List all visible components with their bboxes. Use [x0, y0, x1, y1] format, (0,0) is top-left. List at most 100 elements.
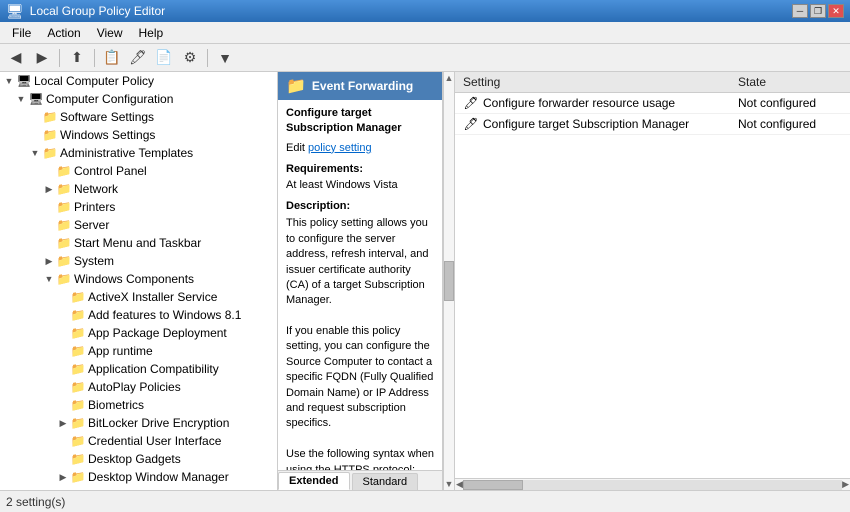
settings-button[interactable]: ⚙ [178, 47, 202, 69]
tree-printers[interactable]: 📁 Printers [0, 198, 277, 216]
desc-edit-link: Edit policy setting [286, 141, 434, 156]
tree-app-compat[interactable]: 📁 Application Compatibility [0, 360, 277, 378]
status-text: 2 setting(s) [6, 495, 65, 509]
tree-root[interactable]: ▼ 🖥 Local Computer Policy [0, 72, 277, 90]
filter-button[interactable]: ▼ [213, 47, 237, 69]
bitlocker-label: BitLocker Drive Encryption [88, 416, 229, 430]
system-expander: ▶ [42, 254, 56, 268]
toolbar-separator-1 [59, 49, 60, 67]
tree-add-features[interactable]: 📁 Add features to Windows 8.1 [0, 306, 277, 324]
bitlocker-expander: ▶ [56, 416, 70, 430]
windows-components-icon: 📁 [56, 271, 72, 287]
start-menu-label: Start Menu and Taskbar [74, 236, 201, 250]
windows-components-expander: ▼ [42, 272, 56, 286]
hscroll-thumb[interactable] [463, 480, 523, 490]
desktop-window-label: Desktop Window Manager [88, 470, 229, 484]
control-panel-label: Control Panel [74, 164, 147, 178]
desc-scroll-thumb[interactable] [444, 261, 454, 301]
main-container: ▼ 🖥 Local Computer Policy ▼ 🖥 Computer C… [0, 72, 850, 490]
menu-help[interactable]: Help [131, 24, 172, 42]
title-bar-text: Local Group Policy Editor [30, 4, 165, 18]
tree-control-panel[interactable]: 📁 Control Panel [0, 162, 277, 180]
desktop-window-expander: ▶ [56, 470, 70, 484]
tab-standard[interactable]: Standard [352, 473, 419, 490]
menu-action[interactable]: Action [39, 24, 88, 42]
biometrics-icon: 📁 [70, 397, 86, 413]
desc-description-text: This policy setting allows you to config… [286, 216, 434, 470]
biometrics-expander [56, 398, 70, 412]
app-runtime-expander [56, 344, 70, 358]
tree-biometrics[interactable]: 📁 Biometrics [0, 396, 277, 414]
desc-policy-setting-link[interactable]: policy setting [308, 142, 372, 154]
tree-app-runtime[interactable]: 📁 App runtime [0, 342, 277, 360]
app-compat-label: Application Compatibility [88, 362, 219, 376]
settings-hscrollbar[interactable]: ◀ ▶ [455, 478, 850, 490]
system-label: System [74, 254, 114, 268]
new-button[interactable]: 📄 [152, 47, 176, 69]
tree-desktop-window[interactable]: ▶ 📁 Desktop Window Manager [0, 468, 277, 486]
tab-extended[interactable]: Extended [278, 472, 350, 490]
windows-settings-icon: 📁 [42, 127, 58, 143]
bitlocker-icon: 📁 [70, 415, 86, 431]
tree-computer-config[interactable]: ▼ 🖥 Computer Configuration [0, 90, 277, 108]
forward-button[interactable]: ▶ [30, 47, 54, 69]
settings-table: Setting State 🖊 Configure forwarder reso… [455, 72, 850, 135]
tree-pane: ▼ 🖥 Local Computer Policy ▼ 🖥 Computer C… [0, 72, 278, 490]
tree-desktop-gadgets[interactable]: 📁 Desktop Gadgets [0, 450, 277, 468]
close-button[interactable]: ✕ [828, 4, 844, 18]
device-driver-expander [56, 488, 70, 490]
minimize-button[interactable]: ─ [792, 4, 808, 18]
windows-components-label: Windows Components [74, 272, 194, 286]
state-cell-1: Not configured [730, 93, 850, 114]
setting-cell-2: 🖊 Configure target Subscription Manager [455, 114, 730, 135]
tree-admin-templates[interactable]: ▼ 📁 Administrative Templates [0, 144, 277, 162]
table-row[interactable]: 🖊 Configure target Subscription Manager … [455, 114, 850, 135]
menu-file[interactable]: File [4, 24, 39, 42]
back-button[interactable]: ◀ [4, 47, 28, 69]
tree-app-package[interactable]: 📁 App Package Deployment [0, 324, 277, 342]
state-cell-2: Not configured [730, 114, 850, 135]
col-setting[interactable]: Setting [455, 72, 730, 93]
device-driver-label: Device and Driver Compatibility [88, 488, 255, 490]
up-button[interactable]: ⬆ [65, 47, 89, 69]
col-state[interactable]: State [730, 72, 850, 93]
tree-activex[interactable]: 📁 ActiveX Installer Service [0, 288, 277, 306]
settings-pane: Setting State 🖊 Configure forwarder reso… [455, 72, 850, 490]
admin-templates-icon: 📁 [42, 145, 58, 161]
activex-expander [56, 290, 70, 304]
windows-settings-expander [28, 128, 42, 142]
tree-windows-settings[interactable]: 📁 Windows Settings [0, 126, 277, 144]
desc-scrollbar[interactable]: ▲ ▼ [443, 72, 455, 490]
tree-credential-ui[interactable]: 📁 Credential User Interface [0, 432, 277, 450]
table-row[interactable]: 🖊 Configure forwarder resource usage Not… [455, 93, 850, 114]
desc-policy-title: Configure target Subscription Manager [286, 106, 434, 137]
tree-start-menu[interactable]: 📁 Start Menu and Taskbar [0, 234, 277, 252]
printers-icon: 📁 [56, 199, 72, 215]
computer-config-expander: ▼ [14, 92, 28, 106]
system-icon: 📁 [56, 253, 72, 269]
scroll-left[interactable]: ◀ [456, 479, 463, 490]
desc-scroll-down[interactable]: ▼ [445, 479, 454, 489]
show-hide-button[interactable]: 📋 [100, 47, 124, 69]
tab-bar: Extended Standard [278, 470, 442, 490]
desc-scroll-up[interactable]: ▲ [445, 73, 454, 83]
properties-button[interactable]: 🖊 [126, 47, 150, 69]
tree-system[interactable]: ▶ 📁 System [0, 252, 277, 270]
tree-autoplay[interactable]: 📁 AutoPlay Policies [0, 378, 277, 396]
restore-button[interactable]: ❐ [810, 4, 826, 18]
app-package-expander [56, 326, 70, 340]
tree-bitlocker[interactable]: ▶ 📁 BitLocker Drive Encryption [0, 414, 277, 432]
menu-view[interactable]: View [89, 24, 131, 42]
control-panel-icon: 📁 [56, 163, 72, 179]
scroll-right[interactable]: ▶ [842, 479, 849, 490]
root-expander: ▼ [2, 74, 16, 88]
tree-server[interactable]: 📁 Server [0, 216, 277, 234]
computer-config-icon: 🖥 [28, 91, 44, 107]
tree-software-settings[interactable]: 📁 Software Settings [0, 108, 277, 126]
windows-settings-label: Windows Settings [60, 128, 155, 142]
tree-network[interactable]: ▶ 📁 Network [0, 180, 277, 198]
network-expander: ▶ [42, 182, 56, 196]
tree-windows-components[interactable]: ▼ 📁 Windows Components [0, 270, 277, 288]
app-runtime-icon: 📁 [70, 343, 86, 359]
tree-device-driver[interactable]: 📁 Device and Driver Compatibility [0, 486, 277, 490]
